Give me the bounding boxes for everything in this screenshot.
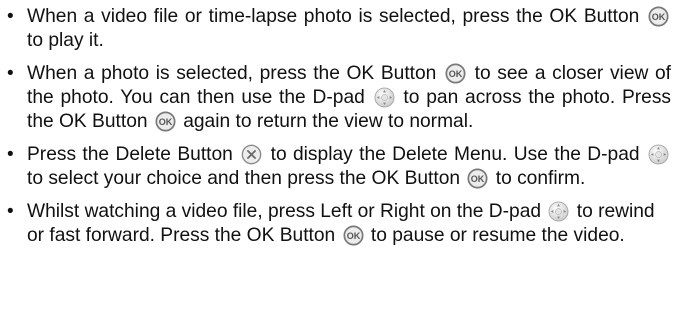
list-item-text: When a video file or time-lapse photo is… (27, 6, 640, 27)
ok-icon-label: OK (346, 231, 360, 241)
bullet-point: • (7, 6, 14, 27)
ok-icon-label: OK (652, 12, 666, 22)
list-item: • Whilst watching a video file, press Le… (5, 200, 671, 248)
list-item-text: Whilst watching a video file, press Left… (27, 201, 542, 222)
list-item-text: to select your choice and then press the… (27, 168, 461, 189)
ok-icon-label: OK (159, 117, 173, 127)
d-pad-icon (374, 87, 395, 108)
list-item-text: When a photo is selected, press the OK B… (27, 63, 437, 84)
bullet-point: • (7, 63, 14, 84)
list-item-text: to confirm. (495, 168, 586, 189)
d-pad-icon (648, 144, 669, 165)
ok-button-icon: OK (343, 225, 364, 246)
ok-button-icon: OK (648, 6, 669, 27)
list-item-text: again to return the view to normal. (183, 111, 474, 132)
d-pad-icon (548, 201, 569, 222)
instruction-list: • When a video file or time-lapse photo … (5, 5, 671, 248)
list-item-text: to pause or resume the video. (370, 225, 625, 246)
bullet-point: • (7, 144, 14, 165)
list-item: • When a video file or time-lapse photo … (5, 5, 671, 53)
ok-button-icon: OK (467, 168, 488, 189)
ok-button-icon: OK (155, 111, 176, 132)
instruction-page: • When a video file or time-lapse photo … (0, 0, 681, 310)
list-item-text: to display the Delete Menu. Use the D-pa… (270, 144, 640, 165)
ok-icon-label: OK (449, 69, 463, 79)
list-item: • When a photo is selected, press the OK… (5, 62, 671, 134)
ok-icon-label: OK (471, 174, 485, 184)
bullet-point: • (7, 201, 14, 222)
list-item: • Press the Delete Button to display the… (5, 143, 671, 191)
list-item-text: Press the Delete Button (27, 144, 233, 165)
delete-button-icon (241, 144, 262, 165)
ok-button-icon: OK (445, 63, 466, 84)
list-item-text: to play it. (27, 30, 104, 51)
